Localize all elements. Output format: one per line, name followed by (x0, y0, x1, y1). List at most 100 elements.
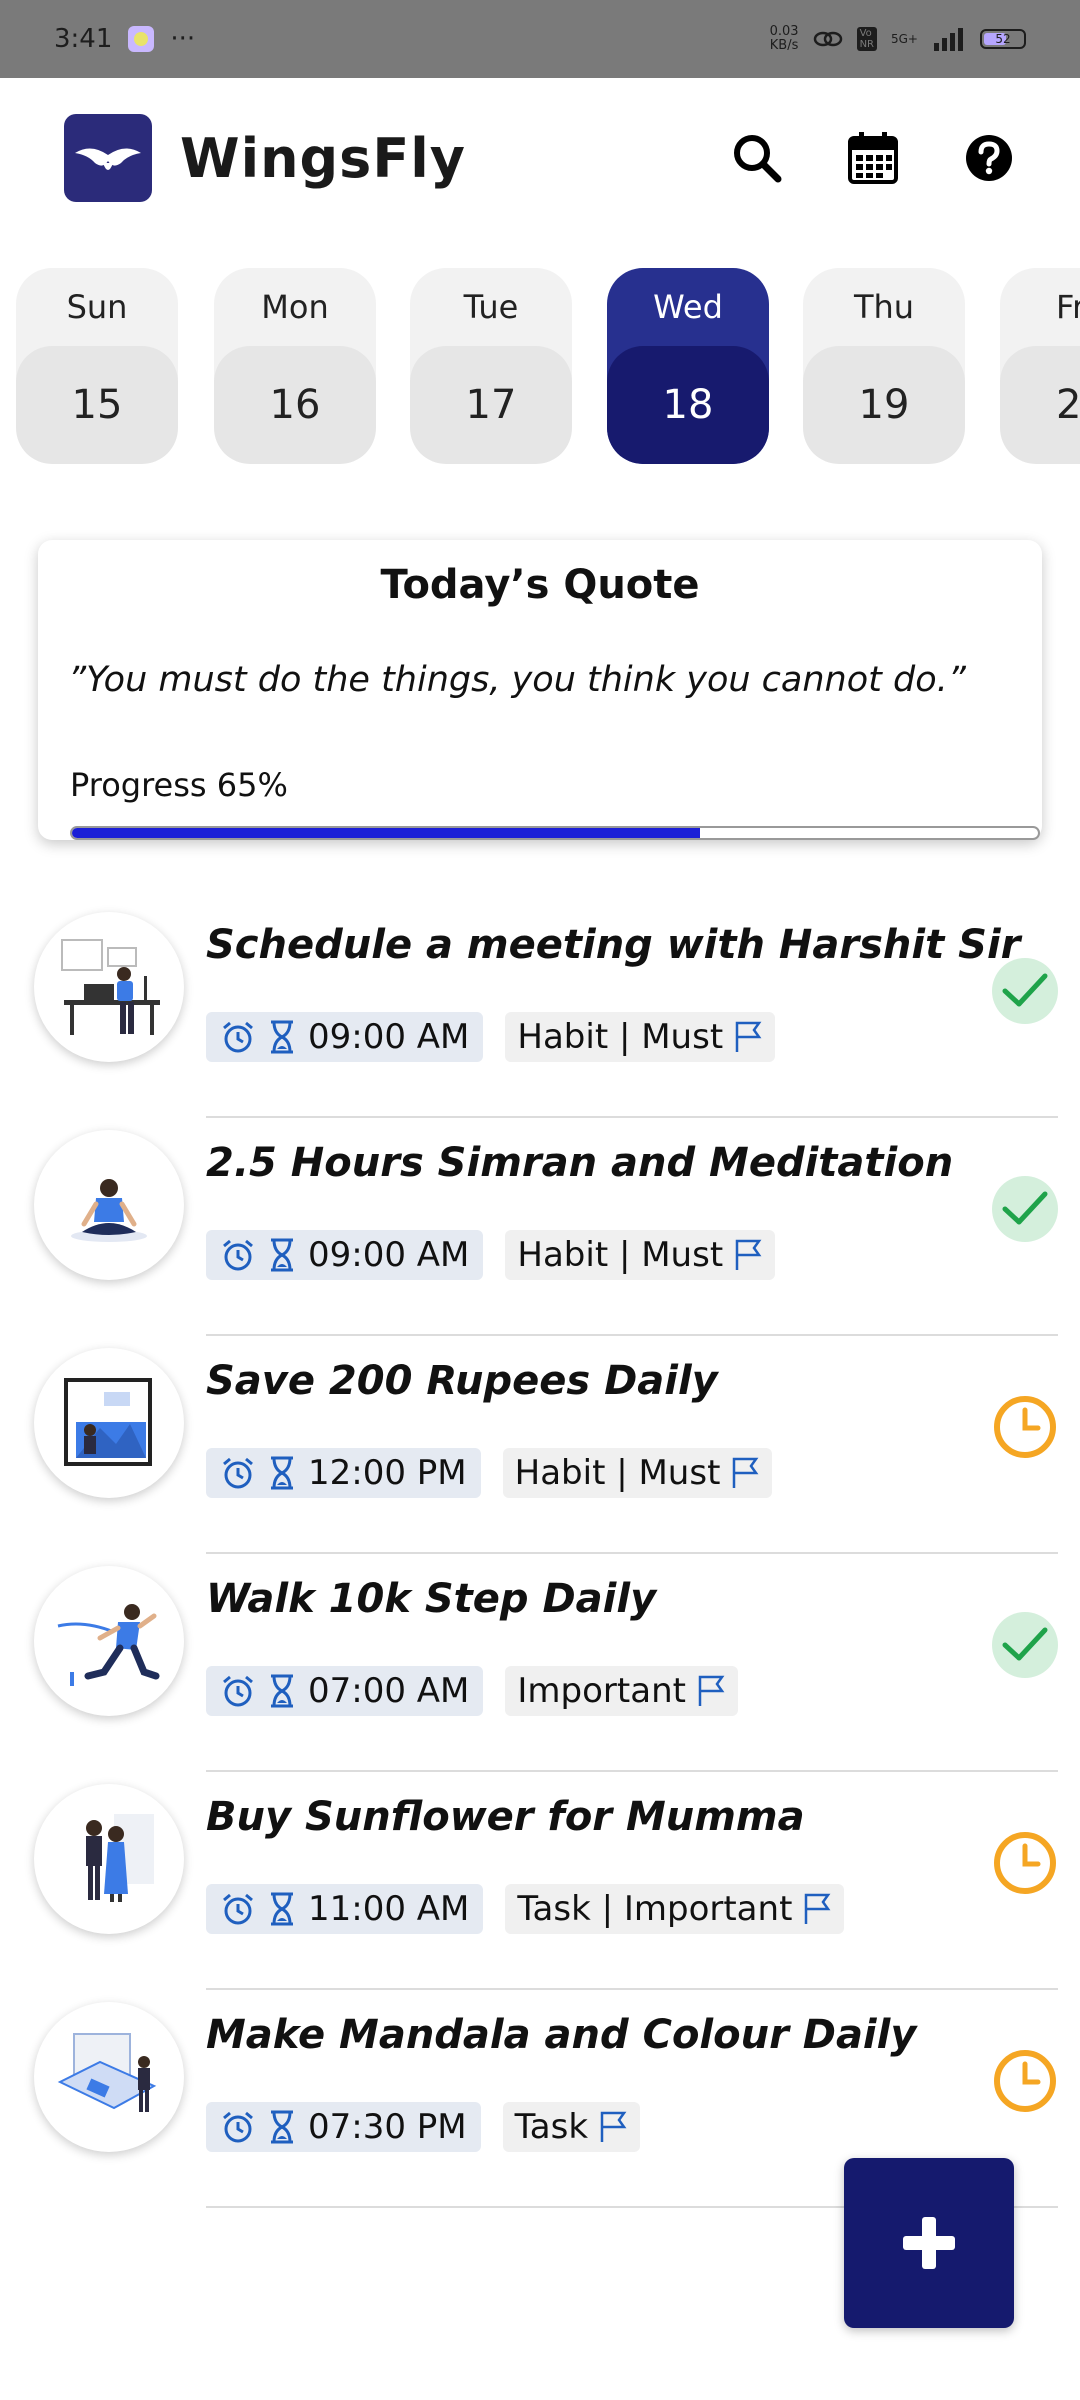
task-title: Make Mandala and Colour Daily (206, 2012, 917, 2058)
alarm-icon (223, 1021, 253, 1053)
task-illustration (34, 1566, 184, 1716)
progress-label: Progress 65% (70, 766, 288, 804)
more-notifications-icon: ··· (170, 24, 196, 54)
day-name: Sun (66, 288, 128, 326)
task-tag-chip: Task (502, 2102, 641, 2152)
task-time-chip: 07:00 AM (206, 1666, 484, 1716)
network-speed-unit: KB/s (769, 38, 799, 53)
task-meta: 11:00 AM Task | Important (206, 1884, 845, 1934)
task-tag-chip: Task | Important (505, 1884, 845, 1934)
status-time: 3:41 (54, 24, 113, 54)
running-illustration (57, 1604, 160, 1686)
day-name: Wed (653, 288, 723, 326)
app-title: WingsFly (180, 126, 466, 190)
alarm-icon (223, 1893, 253, 1925)
task-illustration (34, 1348, 184, 1498)
drawing-illustration (57, 2033, 157, 2112)
quote-title: Today’s Quote (380, 562, 700, 608)
day-number: 17 (410, 346, 572, 464)
day-thu[interactable]: Thu 19 (803, 268, 965, 464)
network-speed: 0.03 KB/s (770, 25, 799, 53)
hourglass-icon (271, 2110, 293, 2144)
task-title: Walk 10k Step Daily (206, 1576, 657, 1622)
signal-icon (934, 28, 963, 51)
task-time: 09:00 AM (308, 1017, 470, 1057)
task-item[interactable]: Schedule a meeting with Harshit Sir 09:0… (0, 900, 1080, 1118)
task-meta: 07:00 AM Important (206, 1666, 738, 1716)
task-item[interactable]: Walk 10k Step Daily 07:00 AM Important (0, 1554, 1080, 1772)
day-name: Fri (1056, 288, 1080, 326)
battery-icon: 52 (980, 29, 1026, 49)
day-number: 18 (607, 346, 769, 464)
day-tue[interactable]: Tue 17 (410, 268, 572, 464)
clock-icon (994, 2050, 1056, 2112)
day-fri[interactable]: Fri 20 (1000, 268, 1080, 464)
task-time-chip: 09:00 AM (206, 1230, 484, 1280)
day-number: 15 (16, 346, 178, 464)
hourglass-icon (271, 1892, 293, 1926)
task-title: Buy Sunflower for Mumma (206, 1794, 805, 1840)
network-speed-value: 0.03 (769, 24, 799, 39)
task-list: Schedule a meeting with Harshit Sir 09:0… (0, 900, 1080, 2208)
flag-icon (735, 1021, 762, 1052)
hourglass-icon (271, 1674, 293, 1708)
task-done-button[interactable] (992, 1612, 1058, 1678)
flag-icon (698, 1675, 725, 1706)
task-time-chip: 09:00 AM (206, 1012, 484, 1062)
task-time-chip: 07:30 PM (206, 2102, 481, 2152)
task-tag: Important (517, 1671, 686, 1711)
task-tag: Habit | Must (517, 1017, 724, 1057)
alarm-icon (223, 2111, 253, 2143)
task-time-chip: 12:00 PM (206, 1448, 481, 1498)
add-task-button[interactable] (844, 2158, 1014, 2328)
progress-bar (70, 826, 1040, 840)
hourglass-icon (271, 1238, 293, 1272)
day-name: Thu (853, 288, 915, 326)
task-done-button[interactable] (992, 958, 1058, 1024)
task-pending-button[interactable] (992, 2048, 1058, 2114)
day-sun[interactable]: Sun 15 (16, 268, 178, 464)
quote-text: ”You must do the things, you think you c… (68, 660, 966, 700)
notification-app-icon (128, 26, 155, 52)
task-item[interactable]: Save 200 Rupees Daily 12:00 PM Habit | M… (0, 1336, 1080, 1554)
task-pending-button[interactable] (992, 1830, 1058, 1896)
flag-icon (600, 2111, 627, 2142)
task-done-button[interactable] (992, 1176, 1058, 1242)
task-meta: 09:00 AM Habit | Must (206, 1012, 776, 1062)
task-illustration (34, 1784, 184, 1934)
help-button[interactable] (962, 131, 1016, 185)
flag-icon (805, 1893, 831, 1924)
task-time: 11:00 AM (308, 1889, 470, 1929)
task-title: Save 200 Rupees Daily (206, 1358, 718, 1404)
task-tag: Task | Important (517, 1889, 793, 1929)
savings-illustration (64, 1378, 152, 1466)
task-title: Schedule a meeting with Harshit Sir (206, 922, 1021, 968)
task-item[interactable]: 2.5 Hours Simran and Meditation 09:00 AM… (0, 1118, 1080, 1336)
search-button[interactable] (730, 131, 784, 185)
app-logo (64, 114, 152, 202)
desk-work-illustration (61, 939, 160, 1035)
task-time: 12:00 PM (308, 1453, 467, 1493)
task-time-chip: 11:00 AM (206, 1884, 484, 1934)
day-number: 16 (214, 346, 376, 464)
couple-illustration (86, 1814, 154, 1902)
volte-icon: Vo NR (856, 27, 877, 51)
check-icon (1002, 973, 1048, 1007)
check-icon (1002, 1627, 1048, 1661)
task-pending-button[interactable] (992, 1394, 1058, 1460)
task-item[interactable]: Buy Sunflower for Mumma 11:00 AM Task | … (0, 1772, 1080, 1990)
day-name: Mon (261, 288, 329, 326)
status-right: 0.03 KB/s Vo NR 5G+ 52 (770, 25, 1026, 53)
day-mon[interactable]: Mon 16 (214, 268, 376, 464)
hourglass-icon (271, 1020, 293, 1054)
task-tag: Habit | Must (514, 1453, 721, 1493)
task-meta: 12:00 PM Habit | Must (206, 1448, 773, 1498)
task-time: 07:00 AM (308, 1671, 470, 1711)
status-left: 3:41 ··· (54, 24, 195, 54)
alarm-icon (223, 1457, 253, 1489)
calendar-button[interactable] (846, 131, 900, 185)
task-time: 07:30 PM (308, 2107, 467, 2147)
clock-icon (994, 1832, 1056, 1894)
task-tag: Task (514, 2107, 589, 2147)
day-wed[interactable]: Wed 18 (607, 268, 769, 464)
